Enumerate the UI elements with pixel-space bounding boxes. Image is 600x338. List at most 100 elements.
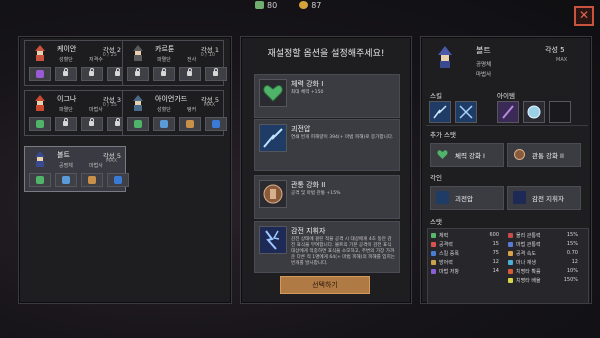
stat-value: 12 [492,259,499,265]
stat-icon [508,278,513,283]
item-label: 아이템 [497,92,515,100]
stat-value: 15 [492,241,499,247]
awaken-overvoltage[interactable]: 괴전압 [430,186,504,210]
option-title: 체력 강화 I [291,80,324,88]
hero-portrait [33,95,47,111]
hero-role: 탱커 [187,107,197,113]
fist-icon [179,117,201,131]
extra-stat-label: 추가 스탯 [430,131,456,139]
hero-slots [29,173,129,187]
hero-card[interactable]: 볼트 각성 5 MAX 공명체 마법사 [24,146,129,192]
option-desc: 연쇄 번개 피해량이 394(+ 마법 피해)로 증가합니다. [291,135,394,140]
item-empty-slot[interactable] [549,101,571,123]
blue-icon [205,117,227,131]
hero-card[interactable]: 카르툰 각성 1 0 / 10 파멸단 전사 [122,40,227,86]
hero-name: 이그나 [57,95,77,103]
hero-card[interactable]: 이그나 각성 3 0 / 35 파멸단 마법사 [24,90,129,136]
stat-row: 방어력 12 [431,259,499,266]
stat-name: 공격 속도 [516,251,536,257]
green-heart-icon [436,148,449,161]
lock-icon [81,67,103,81]
awaken-name: 감전 지휘자 [532,195,564,203]
stats-box [427,228,589,304]
sword-icon [153,117,175,131]
close-button[interactable]: ✕ [574,6,594,26]
option-card[interactable]: 괴전압 연쇄 번개 피해량이 394(+ 마법 피해)로 증가합니다. [254,119,400,171]
stat-icon [508,233,513,238]
stat-row: 스킬 증폭 75 [431,250,499,257]
stat-name: 마법 관통력 [516,242,541,248]
hero-card[interactable]: 케이안 각성 2 0 / 25 성혈단 저격수 [24,40,129,86]
stat-value: 150% [563,277,578,283]
heart-icon [255,1,264,9]
hero-role: 마법사 [89,163,103,169]
stat-name: 마법 저항 [439,269,459,275]
extra-stat-pen[interactable]: 관통 강화 II [507,143,581,167]
skill-chain-icon[interactable] [455,101,477,123]
lock-icon [153,67,175,81]
select-button[interactable]: 선택하기 [280,276,370,294]
hero-role: 성혈단 [157,107,171,113]
skill-lightning-icon[interactable] [429,101,451,123]
awaken-conductor[interactable]: 감전 지휘자 [507,186,581,210]
stat-icon [508,242,513,247]
option-reset-panel: 재설정할 옵션을 설정해주세요! 체력 강화 I 최대 체력 +150 괴전압 … [240,36,412,304]
detail-role2: 마법사 [476,72,492,78]
storm-skill-icon [259,226,287,254]
item-staff-icon[interactable] [497,101,519,123]
lock-icon [81,117,103,131]
stat-name: 치명타 배율 [516,278,541,284]
stat-value: 15% [566,241,578,247]
extra-stat-name: 체력 강화 I [455,152,485,160]
stat-name: 방어력 [439,260,453,266]
stat-row: 공격력 15 [431,241,499,248]
detail-grade: 각성 5 [545,46,565,54]
option-desc: 공격 및 마법 관통 +15% [291,191,341,196]
extra-stat-hp[interactable]: 체력 강화 I [430,143,504,167]
stat-value: 12 [571,259,578,265]
gold-value: 87 [311,1,322,10]
green-heart-icon [259,79,287,107]
hero-count: MAX [105,158,117,164]
stat-value: 600 [489,232,499,238]
stat-name: 마나 재생 [516,260,536,266]
hero-card[interactable]: 아이언가드 각성 5 MAX 성혈단 탱커 [122,90,227,136]
fist-icon [81,173,103,187]
detail-role1: 공명체 [476,62,492,68]
item-orb-icon[interactable] [523,101,545,123]
green-icon [127,117,149,131]
detail-max: MAX [556,57,568,63]
option-card[interactable]: 감전 지휘자 감전 상태에 걸린 적을 공격 시 대상에게 4초 동안 감전 표… [254,221,400,273]
stat-value: 75 [492,250,499,256]
option-card[interactable]: 관통 강화 II 공격 및 마법 관통 +15% [254,175,400,219]
hero-role: 파멸단 [59,107,73,113]
hero-role: 마법사 [89,107,103,113]
hp-value: 80 [267,1,278,10]
hero-portrait [33,151,47,167]
hero-role: 저격수 [89,57,103,63]
stat-name: 공격력 [439,242,453,248]
option-card[interactable]: 체력 강화 I 최대 체력 +150 [254,74,400,118]
option-desc: 감전 상태에 걸린 적을 공격 시 대상에게 4초 동안 감전 표식을 부여합니… [291,237,395,266]
hero-role: 성혈단 [59,57,73,63]
blue-icon [107,173,129,187]
stat-row: 마법 저항 14 [431,268,499,275]
hero-name: 볼트 [57,151,70,159]
hero-role: 파멸단 [157,57,171,63]
stat-row: 치명타 확률 10% [508,268,578,275]
stat-name: 스킬 증폭 [439,251,459,257]
lock-icon [127,67,149,81]
hero-name: 케이안 [57,45,77,53]
option-panel-title: 재설정할 옵션을 설정해주세요! [267,49,385,59]
sword-icon [55,173,77,187]
stat-row: 공격 속도 0.70 [508,250,578,257]
hero-role: 전사 [187,57,197,63]
stat-row: 물리 관통력 15% [508,232,578,239]
lock-icon [179,67,201,81]
coin-icon [299,1,309,9]
option-title: 괴전압 [291,125,311,133]
lock-icon [205,67,227,81]
hero-portrait [131,45,145,61]
stat-name: 치명타 확률 [516,269,541,275]
stat-row: 마나 재생 12 [508,259,578,266]
